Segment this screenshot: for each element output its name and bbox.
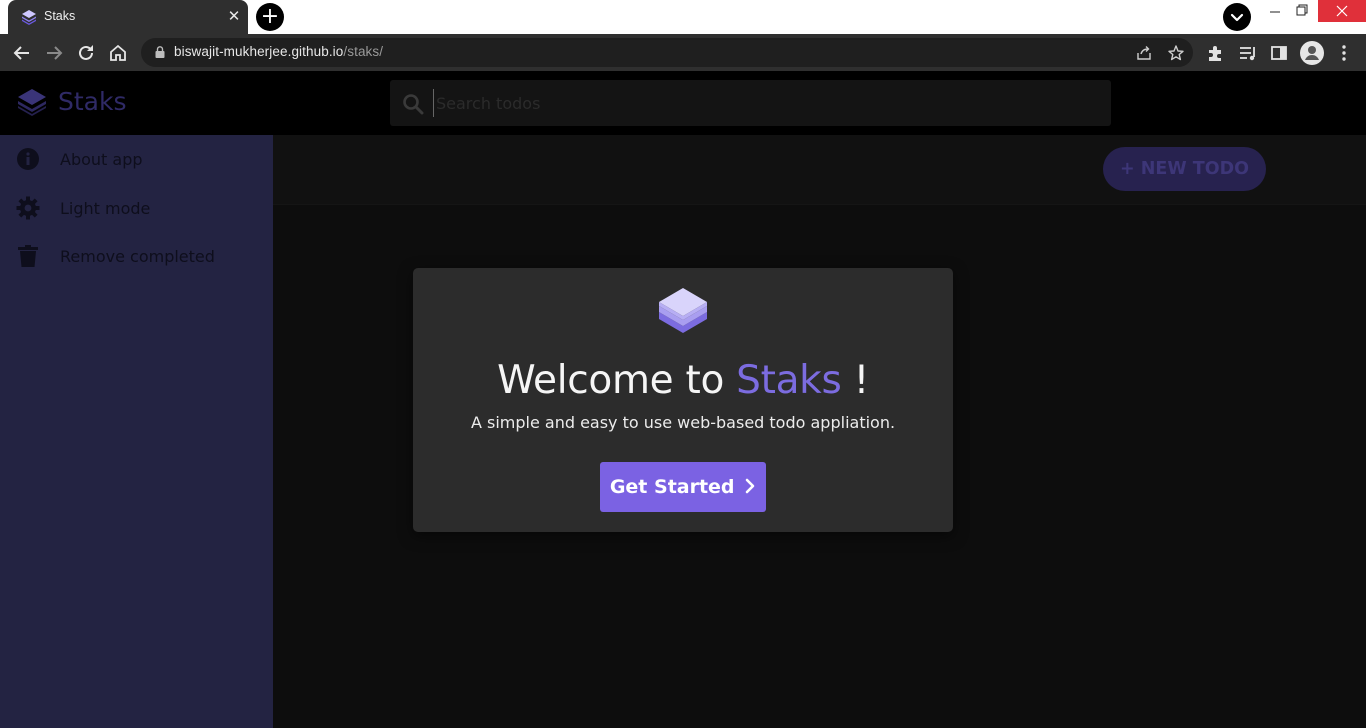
- welcome-accent: Staks: [736, 358, 842, 403]
- browser-tabstrip: Staks ✕ +: [0, 0, 1366, 34]
- gear-icon: [16, 196, 40, 220]
- brand-name: Staks: [58, 87, 127, 116]
- sidebar-item-label: Remove completed: [60, 247, 215, 266]
- user-icon: [1305, 46, 1319, 60]
- home-icon: [110, 44, 126, 61]
- arrow-left-icon: [13, 46, 29, 60]
- new-todo-button[interactable]: + NEW TODO: [1103, 147, 1266, 191]
- forward-button[interactable]: [42, 41, 66, 65]
- search-icon: [403, 94, 424, 115]
- queue-glyph: [1240, 47, 1255, 61]
- welcome-suffix: !: [841, 358, 870, 403]
- kebab-glyph: [1342, 45, 1346, 61]
- bookmark-star-icon[interactable]: [1167, 44, 1185, 62]
- sidebar-item-remove-completed[interactable]: Remove completed: [0, 233, 273, 279]
- tab-search-button[interactable]: [1223, 3, 1251, 31]
- welcome-modal: Welcome to Staks ! A simple and easy to …: [413, 268, 953, 532]
- staks-logo-icon: [18, 89, 46, 116]
- window-close-button[interactable]: [1318, 0, 1366, 22]
- get-started-button[interactable]: Get Started: [600, 462, 766, 512]
- browser-menu-icon[interactable]: [1333, 42, 1355, 64]
- share-icon[interactable]: [1135, 44, 1153, 62]
- address-bar[interactable]: biswajit-mukherjee.github.io/staks/: [141, 38, 1193, 67]
- main-toolbar: + NEW TODO: [273, 135, 1366, 205]
- sidebar: About app Light mode Remove completed: [0, 135, 273, 728]
- profile-avatar[interactable]: [1300, 41, 1324, 65]
- info-icon: [17, 148, 39, 170]
- puzzle-glyph: [1209, 46, 1221, 61]
- side-panel-glyph: [1271, 46, 1287, 60]
- sidebar-item-label: About app: [60, 150, 143, 169]
- url-path: /staks/: [343, 44, 384, 59]
- chevron-down-icon: [1230, 13, 1244, 22]
- url-host: biswajit-mukherjee.github.io: [174, 44, 344, 59]
- tab-title: Staks: [44, 9, 76, 23]
- new-tab-button[interactable]: +: [256, 3, 284, 31]
- url-text: biswajit-mukherjee.github.io/staks/: [174, 44, 383, 59]
- back-button[interactable]: [10, 41, 34, 65]
- get-started-label: Get Started: [609, 476, 735, 498]
- search-input[interactable]: [433, 89, 1093, 117]
- sidebar-item-light-mode[interactable]: Light mode: [0, 185, 273, 231]
- share-glyph: [1137, 46, 1151, 60]
- search-box[interactable]: [390, 80, 1111, 126]
- star-glyph: [1168, 45, 1184, 61]
- arrow-right-icon: [47, 46, 63, 60]
- home-button[interactable]: [106, 41, 130, 65]
- lock-icon: [155, 46, 165, 58]
- browser-toolbar: biswajit-mukherjee.github.io/staks/: [0, 34, 1366, 71]
- welcome-subtitle: A simple and easy to use web-based todo …: [470, 413, 896, 432]
- welcome-title: Welcome to Staks !: [413, 358, 953, 403]
- sidebar-item-label: Light mode: [60, 199, 151, 218]
- staks-logo-icon: [659, 288, 707, 333]
- extensions-puzzle-icon[interactable]: [1205, 42, 1227, 64]
- chevron-right-icon: [745, 478, 755, 494]
- side-panel-icon[interactable]: [1268, 42, 1290, 64]
- welcome-prefix: Welcome to: [497, 358, 737, 403]
- media-queue-icon[interactable]: [1237, 42, 1259, 64]
- sidebar-item-about[interactable]: About app: [0, 136, 273, 182]
- tab-close-icon[interactable]: ✕: [224, 6, 244, 26]
- trash-icon: [18, 245, 38, 267]
- staks-favicon-icon: [22, 10, 36, 25]
- close-icon: [1336, 5, 1348, 17]
- reload-icon: [79, 45, 93, 60]
- browser-tab[interactable]: Staks ✕: [8, 0, 248, 34]
- reload-button[interactable]: [74, 41, 98, 65]
- app-header: Staks: [0, 71, 1366, 135]
